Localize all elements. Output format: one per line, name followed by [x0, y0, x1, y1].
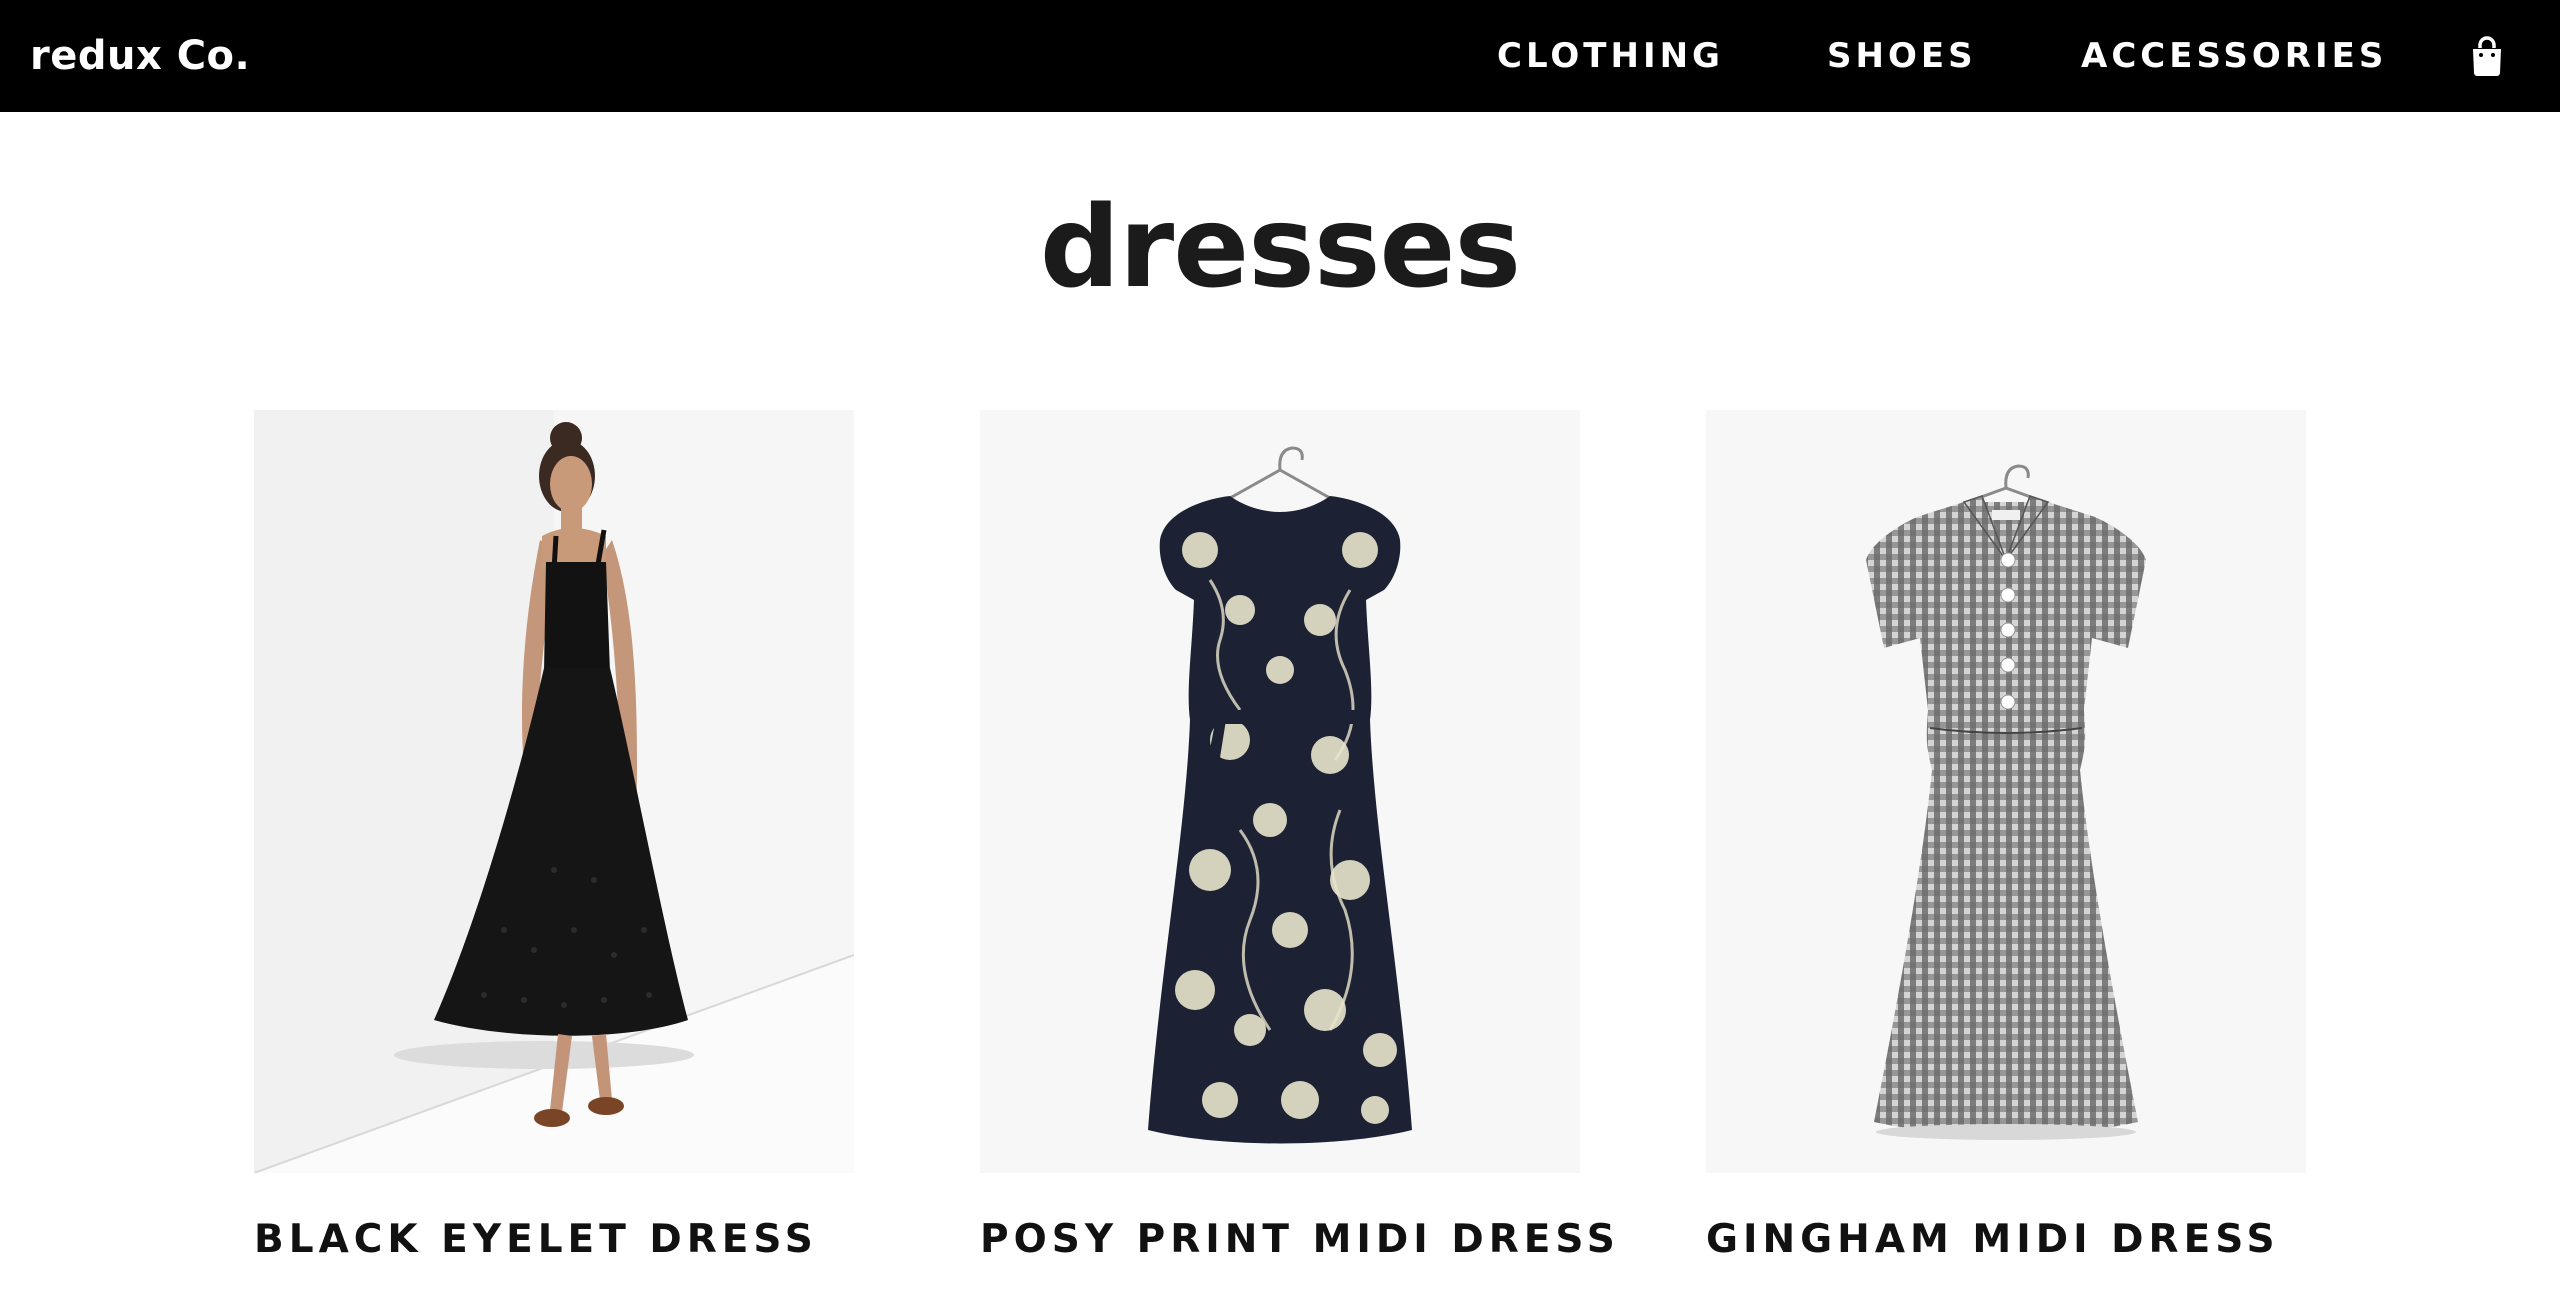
product-image-gingham-midi-dress[interactable]	[1706, 410, 2306, 1173]
product-card-black-eyelet-dress[interactable]: BLACK EYELET DRESS	[254, 410, 854, 1262]
product-image-black-eyelet-dress[interactable]	[254, 410, 854, 1173]
brand-logo[interactable]: redux Co.	[30, 28, 250, 84]
page-title: dresses	[1039, 183, 1521, 313]
product-name[interactable]: BLACK EYELET DRESS	[254, 1215, 818, 1265]
nav-item-clothing[interactable]: CLOTHING	[1497, 34, 1724, 78]
top-navigation-bar: redux Co. CLOTHING SHOES ACCESSORIES	[0, 0, 2560, 112]
product-name[interactable]: POSY PRINT MIDI DRESS	[980, 1215, 1620, 1265]
product-card-posy-print-midi-dress[interactable]: POSY PRINT MIDI DRESS	[980, 410, 1615, 1262]
product-image-posy-print-midi-dress[interactable]	[980, 410, 1580, 1173]
product-name[interactable]: GINGHAM MIDI DRESS	[1706, 1215, 2280, 1265]
nav-item-accessories[interactable]: ACCESSORIES	[2081, 34, 2387, 78]
nav-item-shoes[interactable]: SHOES	[1827, 34, 1977, 78]
shopping-bag-icon[interactable]	[2470, 36, 2504, 76]
product-card-gingham-midi-dress[interactable]: GINGHAM MIDI DRESS	[1706, 410, 2306, 1262]
